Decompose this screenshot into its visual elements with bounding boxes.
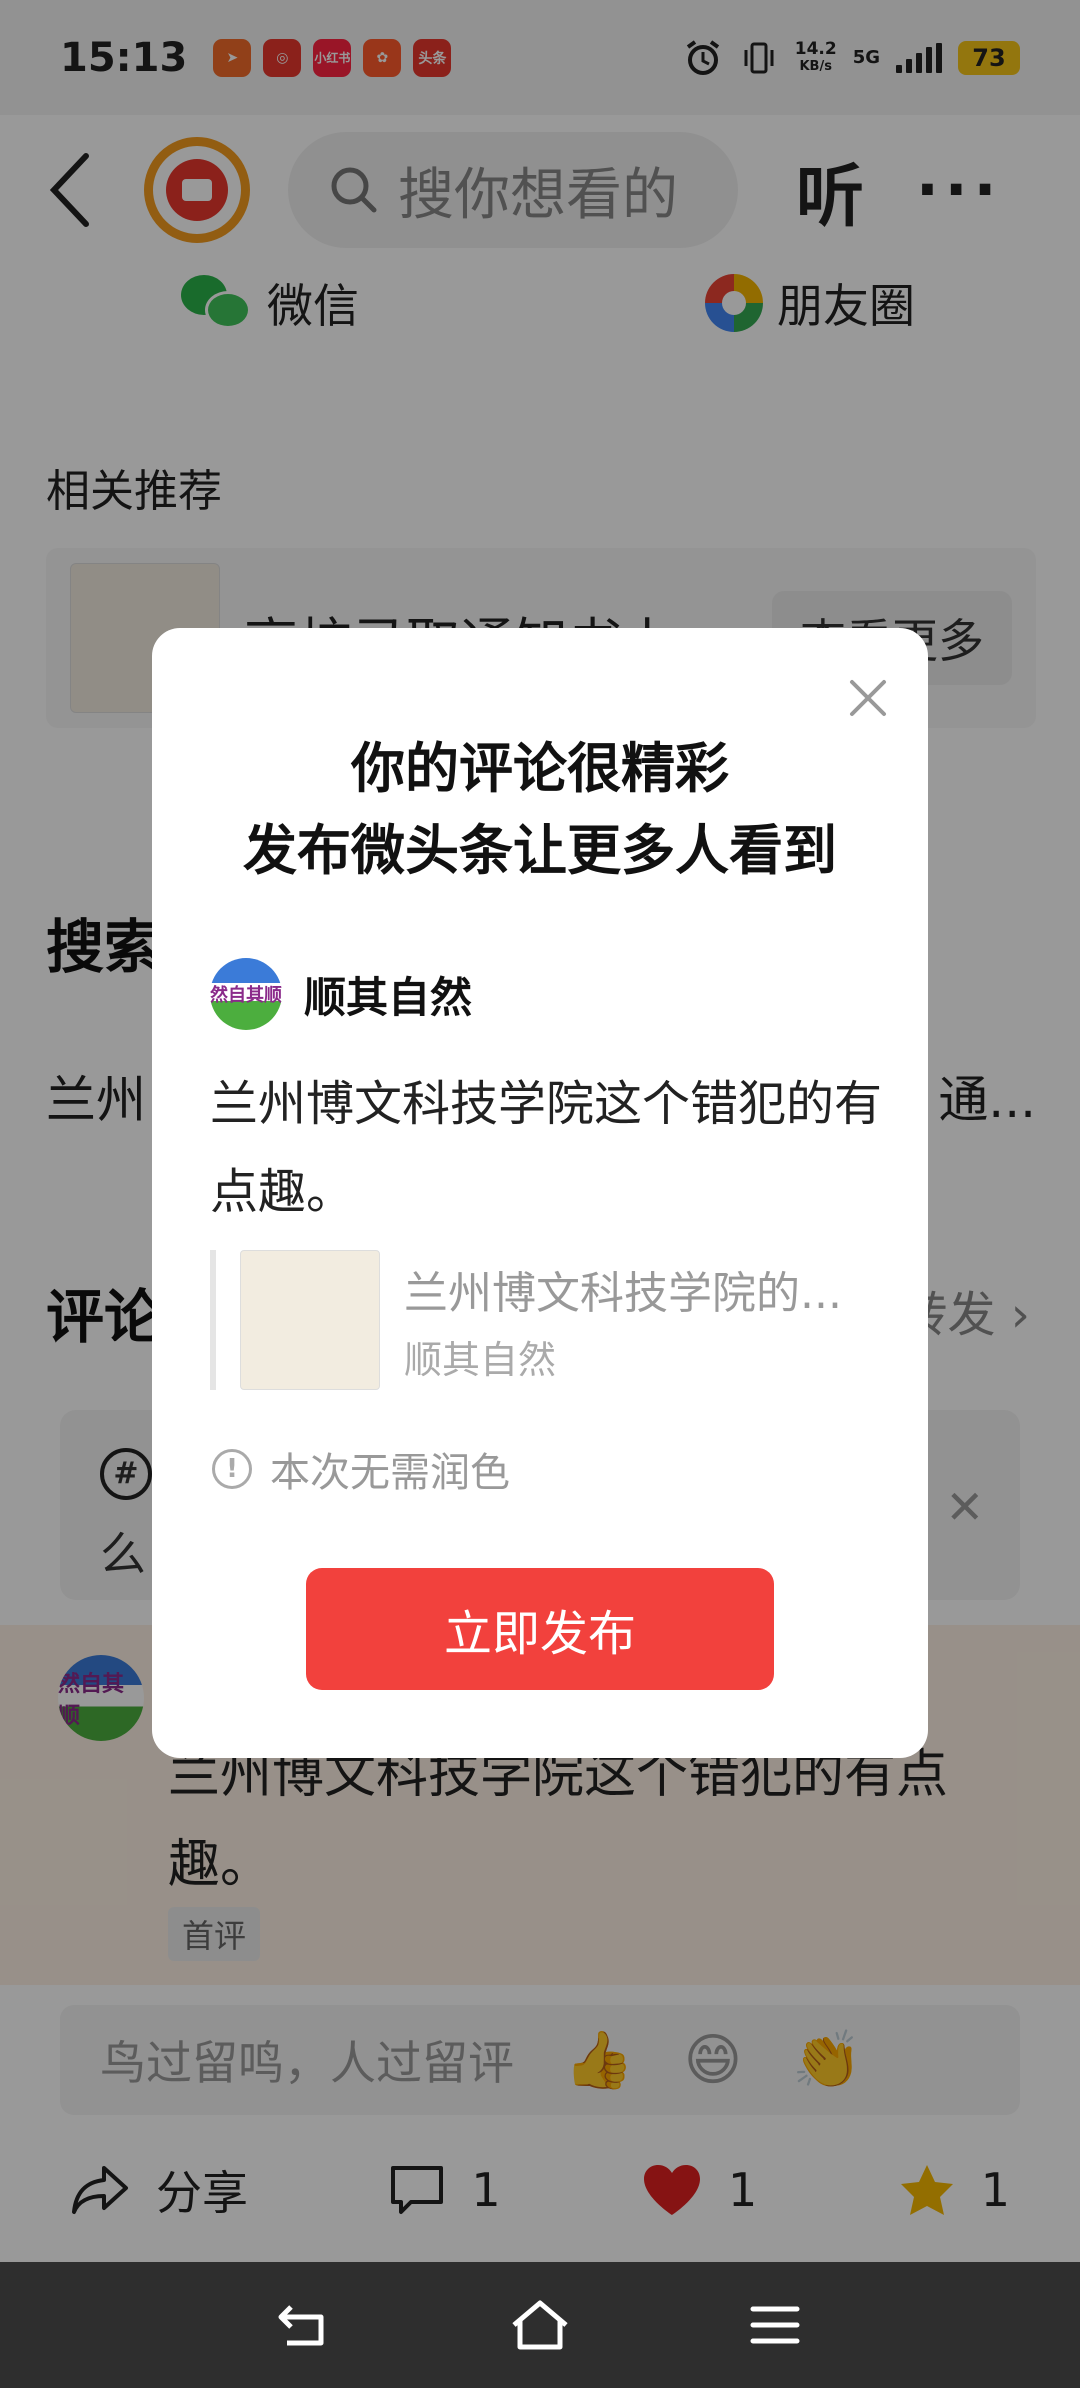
battery-icon: 73 (958, 40, 1020, 75)
quoted-article-author: 顺其自然 (404, 1337, 557, 1382)
status-time: 15:13 (60, 34, 188, 81)
toutiao-icon: 头条 (413, 38, 452, 77)
polish-note-text: 本次无需润色 (270, 1450, 510, 1496)
nav-menu-button[interactable] (745, 2295, 805, 2355)
dialog-comment-text: 兰州博文科技学院这个错犯的有点趣。 (210, 1076, 883, 1220)
close-icon[interactable] (846, 676, 890, 720)
notification-icons: ➤ ◎ 小红书 ✿ 头条 (213, 38, 452, 77)
nav-back-button[interactable] (275, 2295, 335, 2355)
alarm-icon (686, 39, 719, 75)
dialog-title-line1: 你的评论很精彩 (351, 737, 729, 800)
net-speed-unit: KB/s (799, 58, 832, 74)
status-right: 14.2 KB/s 5G 73 (683, 38, 1020, 78)
signal-icon (896, 42, 942, 73)
quoted-article: 兰州博文科技学院的... 顺其自然 (210, 1250, 870, 1390)
menu-icon (750, 2306, 800, 2344)
net-speed: 14.2 KB/s (795, 40, 837, 76)
dialog-title-line2: 发布微头条让更多人看到 (243, 819, 837, 882)
status-bar: 15:13 ➤ ◎ 小红书 ✿ 头条 14.2 KB/s 5G 73 (0, 0, 1080, 115)
nav-home-button[interactable] (510, 2295, 570, 2355)
net-speed-value: 14.2 (794, 38, 837, 59)
notification-app-icon: ➤ (213, 38, 252, 77)
system-nav-bar (0, 2262, 1080, 2388)
dialog-title: 你的评论很精彩 发布微头条让更多人看到 (152, 728, 928, 892)
xiaohongshu-icon: 小红书 (313, 38, 352, 77)
notification-app-icon: ✿ (363, 38, 402, 77)
polish-note: ! 本次无需润色 (212, 1440, 510, 1498)
dialog-user: 然自其顺 顺其自然 (210, 958, 472, 1030)
publish-dialog: 你的评论很精彩 发布微头条让更多人看到 然自其顺 顺其自然 兰州博文科技学院这个… (152, 628, 928, 1758)
network-type: 5G (852, 47, 880, 68)
username: 顺其自然 (304, 972, 473, 1022)
avatar: 然自其顺 (210, 958, 282, 1030)
info-icon: ! (212, 1449, 252, 1489)
home-icon (512, 2300, 568, 2350)
vibrate-icon (744, 42, 774, 73)
publish-now-button[interactable]: 立即发布 (306, 1568, 774, 1690)
quoted-article-thumbnail (240, 1250, 380, 1390)
quoted-article-title: 兰州博文科技学院的... (404, 1267, 842, 1319)
notification-app-icon: ◎ (263, 38, 302, 77)
nav-back-icon (278, 2305, 324, 2346)
